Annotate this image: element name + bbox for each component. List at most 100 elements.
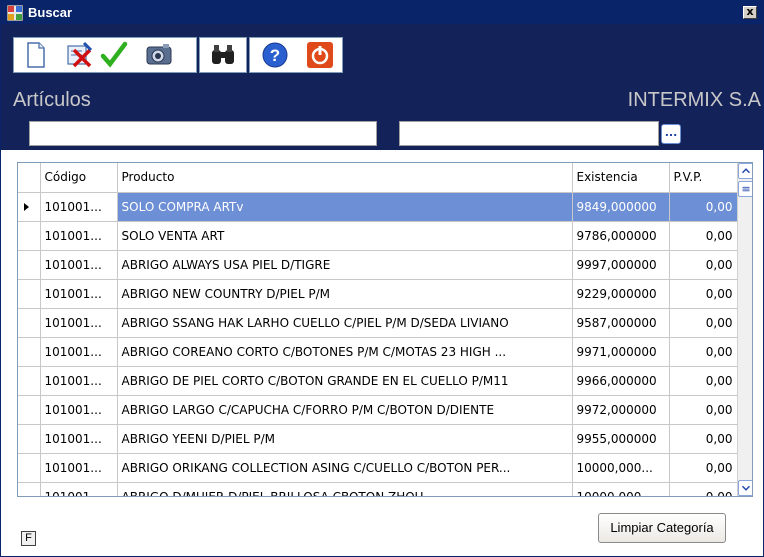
search-window: Buscar x ? Artículos INTERMIX S.A ... Có… — [0, 0, 764, 557]
table-row[interactable]: 101001... ABRIGO COREANO CORTO C/BOTONES… — [18, 337, 738, 367]
new-document-icon[interactable] — [20, 40, 50, 70]
clear-category-button[interactable]: Limpiar Categoría — [598, 513, 726, 543]
cell-pvp[interactable]: 0,00 — [669, 192, 738, 222]
edit-delete-icon[interactable] — [64, 40, 94, 70]
grid-header-row: Código Producto Existencia P.V.P. — [18, 163, 738, 193]
cell-existencia[interactable]: 9955,000000 — [572, 424, 670, 454]
cell-existencia[interactable]: 9587,000000 — [572, 308, 670, 338]
row-selector[interactable] — [18, 308, 41, 338]
scroll-up-arrow-icon[interactable] — [738, 163, 753, 179]
row-selector[interactable] — [18, 366, 41, 396]
cell-pvp[interactable]: 0,00 — [669, 337, 738, 367]
cell-producto[interactable]: ABRIGO YEENI D/PIEL P/M — [117, 424, 573, 454]
cell-codigo[interactable]: 101001... — [40, 395, 118, 425]
cell-existencia[interactable]: 10000,000... — [572, 482, 670, 496]
category-picker-button[interactable]: ... — [661, 124, 681, 144]
power-exit-icon[interactable] — [305, 40, 335, 70]
page-title: Artículos — [13, 89, 91, 111]
cell-existencia[interactable]: 9786,000000 — [572, 221, 670, 251]
cell-codigo[interactable]: 101001... — [40, 308, 118, 338]
table-row[interactable]: 101001... ABRIGO ORIKANG COLLECTION ASIN… — [18, 453, 738, 483]
cell-codigo[interactable]: 101001... — [40, 482, 118, 496]
cell-producto[interactable]: ABRIGO LARGO C/CAPUCHA C/FORRO P/M C/BOT… — [117, 395, 573, 425]
table-row[interactable]: 101001... SOLO VENTA ART 9786,000000 0,0… — [18, 221, 738, 251]
cell-pvp[interactable]: 0,00 — [669, 453, 738, 483]
cell-pvp[interactable]: 0,00 — [669, 395, 738, 425]
table-row[interactable]: 101001... ABRIGO DE PIEL CORTO C/BOTON G… — [18, 366, 738, 396]
cell-existencia[interactable]: 9229,000000 — [572, 279, 670, 309]
cell-producto[interactable]: SOLO COMPRA ARTv — [117, 192, 573, 222]
cell-codigo[interactable]: 101001... — [40, 337, 118, 367]
f-key-indicator[interactable]: F — [21, 531, 36, 546]
row-header-corner — [18, 163, 41, 193]
cell-producto[interactable]: ABRIGO COREANO CORTO C/BOTONES P/M C/MOT… — [117, 337, 573, 367]
cell-pvp[interactable]: 0,00 — [669, 221, 738, 251]
cell-pvp[interactable]: 0,00 — [669, 366, 738, 396]
cell-producto[interactable]: ABRIGO ORIKANG COLLECTION ASING C/CUELLO… — [117, 453, 573, 483]
toolbar-group-edit — [13, 37, 197, 73]
cell-codigo[interactable]: 101001... — [40, 366, 118, 396]
svg-text:?: ? — [270, 46, 280, 65]
row-selector[interactable] — [18, 250, 41, 280]
toolbar-group-system: ? — [249, 37, 343, 73]
cell-codigo[interactable]: 101001... — [40, 250, 118, 280]
binoculars-search-icon[interactable] — [208, 40, 238, 70]
row-selector[interactable] — [18, 453, 41, 483]
header-band: Artículos INTERMIX S.A ... — [1, 86, 763, 150]
cell-pvp[interactable]: 0,00 — [669, 279, 738, 309]
cell-existencia[interactable]: 9971,000000 — [572, 337, 670, 367]
cell-pvp[interactable]: 0,00 — [669, 308, 738, 338]
row-selector[interactable] — [18, 482, 41, 496]
column-header-existencia[interactable]: Existencia — [572, 163, 670, 193]
cell-codigo[interactable]: 101001... — [40, 424, 118, 454]
cell-pvp[interactable]: 0,00 — [669, 482, 738, 496]
table-row[interactable]: 101001... ABRIGO ALWAYS USA PIEL D/TIGRE… — [18, 250, 738, 280]
row-selector[interactable] — [18, 395, 41, 425]
cell-pvp[interactable]: 0,00 — [669, 424, 738, 454]
cell-producto[interactable]: ABRIGO DE PIEL CORTO C/BOTON GRANDE EN E… — [117, 366, 573, 396]
cell-producto[interactable]: ABRIGO ALWAYS USA PIEL D/TIGRE — [117, 250, 573, 280]
cell-codigo[interactable]: 101001... — [40, 192, 118, 222]
cell-producto[interactable]: ABRIGO SSANG HAK LARHO CUELLO C/PIEL P/M… — [117, 308, 573, 338]
cell-existencia[interactable]: 9966,000000 — [572, 366, 670, 396]
cell-pvp[interactable]: 0,00 — [669, 250, 738, 280]
row-selector[interactable] — [18, 192, 41, 222]
cell-producto[interactable]: ABRIGO D/MUJER D/PIEL BRILLOSA CBOTON ZH… — [117, 482, 573, 496]
table-row[interactable]: 101001... ABRIGO NEW COUNTRY D/PIEL P/M … — [18, 279, 738, 309]
table-row[interactable]: 101001... ABRIGO SSANG HAK LARHO CUELLO … — [18, 308, 738, 338]
close-button[interactable]: x — [743, 6, 757, 19]
camera-icon[interactable] — [144, 40, 174, 70]
table-row[interactable]: 101001... ABRIGO D/MUJER D/PIEL BRILLOSA… — [18, 482, 738, 496]
table-row[interactable]: 101001... ABRIGO LARGO C/CAPUCHA C/FORRO… — [18, 395, 738, 425]
table-row[interactable]: 101001... ABRIGO YEENI D/PIEL P/M 9955,0… — [18, 424, 738, 454]
toolbar-group-search — [199, 37, 247, 73]
cell-codigo[interactable]: 101001... — [40, 279, 118, 309]
cell-existencia[interactable]: 9972,000000 — [572, 395, 670, 425]
articles-grid[interactable]: Código Producto Existencia P.V.P. 101001… — [17, 162, 753, 497]
row-selector[interactable] — [18, 221, 41, 251]
title-bar: Buscar x — [1, 1, 763, 24]
window-title: Buscar — [28, 5, 73, 20]
cell-existencia[interactable]: 9849,000000 — [572, 192, 670, 222]
table-row[interactable]: 101001... SOLO COMPRA ARTv 9849,000000 0… — [18, 192, 738, 222]
help-icon[interactable]: ? — [260, 40, 290, 70]
cell-existencia[interactable]: 10000,000... — [572, 453, 670, 483]
row-selector[interactable] — [18, 424, 41, 454]
vertical-scrollbar[interactable] — [737, 163, 753, 496]
accept-check-icon[interactable] — [99, 40, 129, 70]
column-header-codigo[interactable]: Código — [40, 163, 118, 193]
toolbar: ? — [1, 24, 763, 86]
row-selector[interactable] — [18, 279, 41, 309]
cell-codigo[interactable]: 101001... — [40, 453, 118, 483]
column-header-producto[interactable]: Producto — [117, 163, 573, 193]
category-input[interactable] — [399, 121, 659, 146]
cell-codigo[interactable]: 101001... — [40, 221, 118, 251]
scroll-thumb[interactable] — [738, 181, 753, 197]
row-selector[interactable] — [18, 337, 41, 367]
cell-producto[interactable]: SOLO VENTA ART — [117, 221, 573, 251]
column-header-pvp[interactable]: P.V.P. — [669, 163, 738, 193]
scroll-down-arrow-icon[interactable] — [738, 480, 753, 496]
cell-producto[interactable]: ABRIGO NEW COUNTRY D/PIEL P/M — [117, 279, 573, 309]
cell-existencia[interactable]: 9997,000000 — [572, 250, 670, 280]
search-input[interactable] — [29, 121, 377, 146]
